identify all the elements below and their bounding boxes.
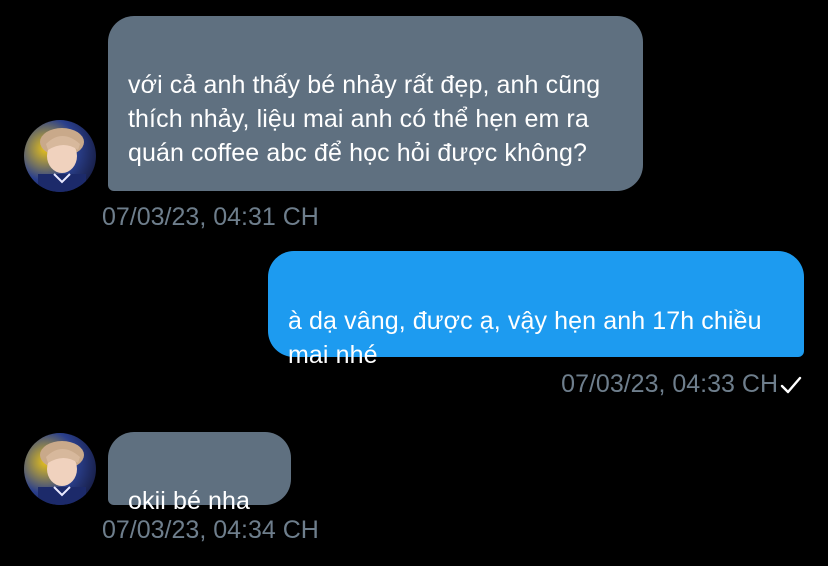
message-timestamp: 07/03/23, 04:33 CH xyxy=(561,370,778,398)
check-icon xyxy=(780,376,802,394)
message-timestamp: 07/03/23, 04:34 CH xyxy=(102,516,319,544)
outgoing-message-bubble[interactable]: à dạ vâng, được ạ, vậy hẹn anh 17h chiều… xyxy=(268,251,804,369)
avatar-photo xyxy=(24,120,96,192)
incoming-message-bubble[interactable]: với cả anh thấy bé nhảy rất đẹp, anh cũn… xyxy=(108,16,643,191)
sender-avatar[interactable] xyxy=(24,433,96,505)
avatar-photo xyxy=(24,433,96,505)
message-timestamp: 07/03/23, 04:31 CH xyxy=(102,203,319,231)
message-text: okii bé nha xyxy=(128,487,251,515)
message-text: à dạ vâng, được ạ, vậy hẹn anh 17h chiều… xyxy=(288,307,762,369)
message-text: với cả anh thấy bé nhảy rất đẹp, anh cũn… xyxy=(128,71,601,167)
sender-avatar[interactable] xyxy=(24,120,96,192)
incoming-message-bubble[interactable]: okii bé nha xyxy=(108,432,291,515)
